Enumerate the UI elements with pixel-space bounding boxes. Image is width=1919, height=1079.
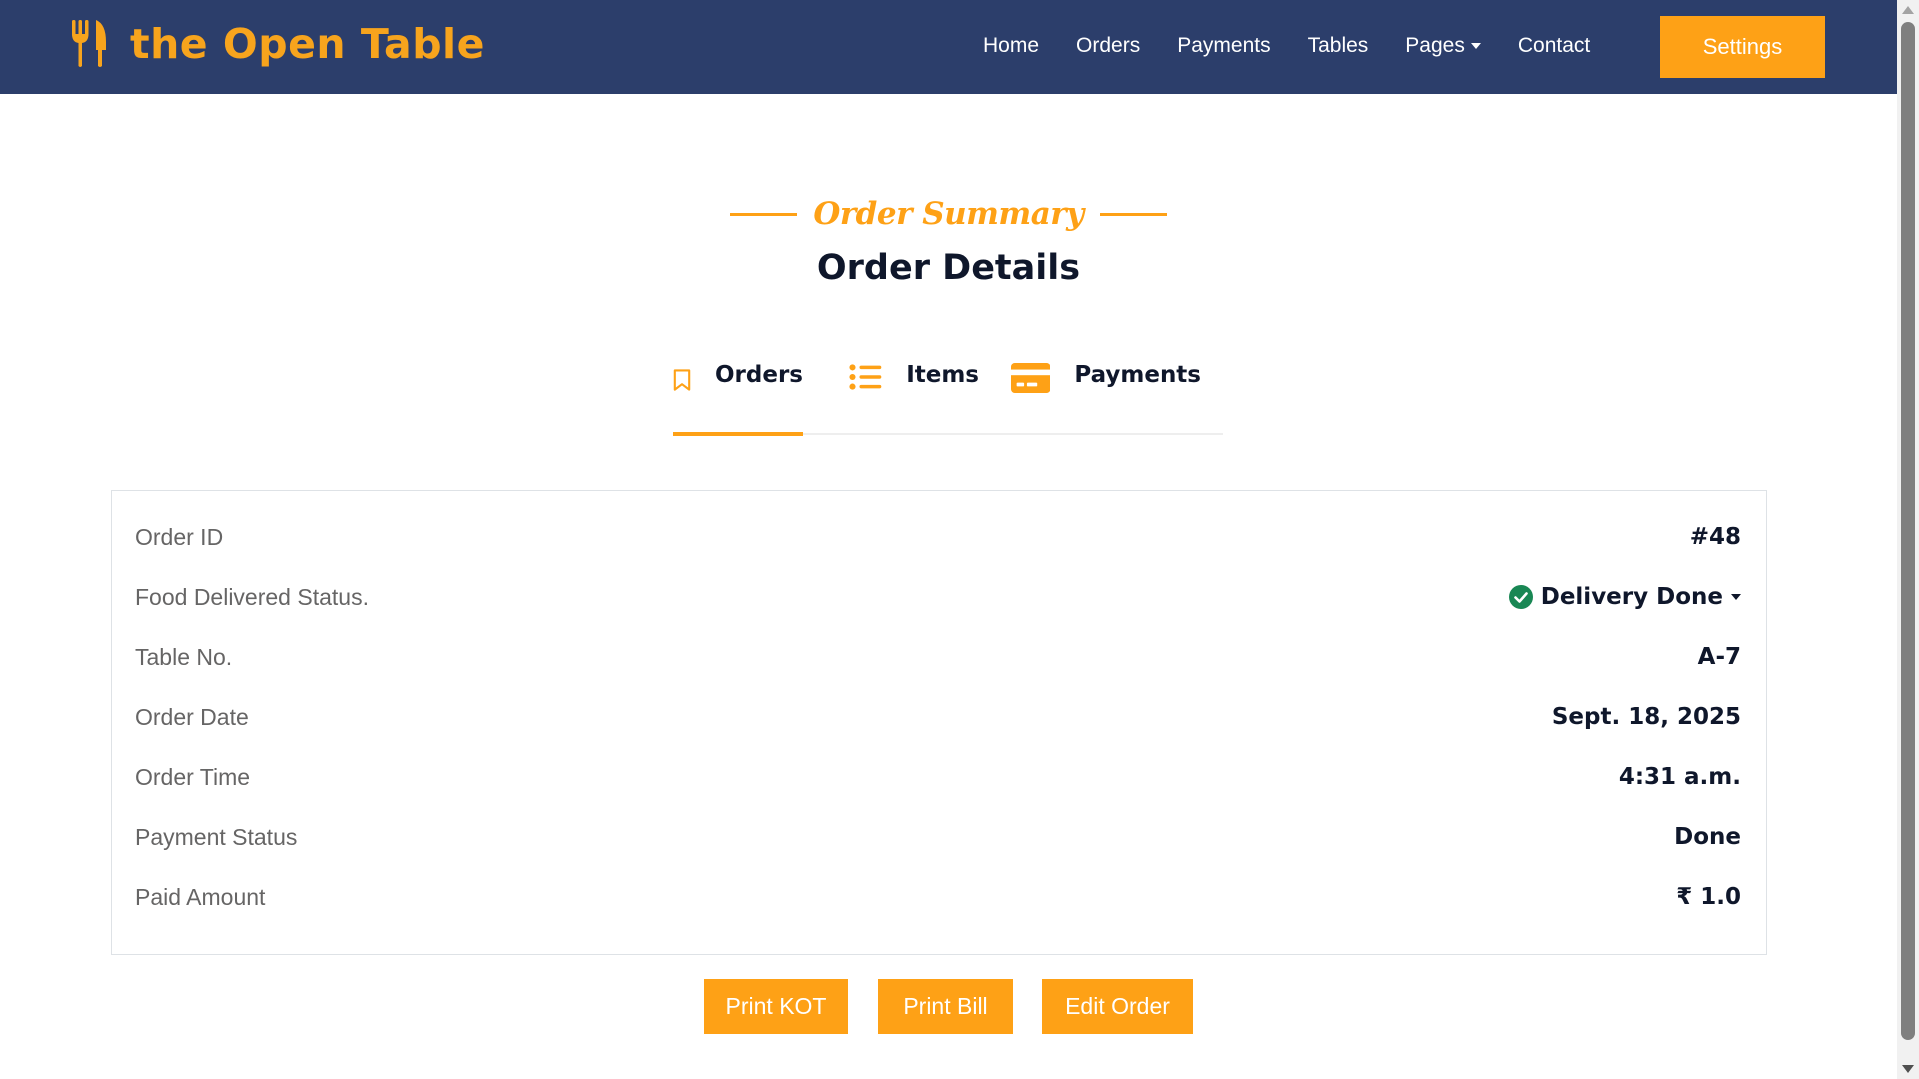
order-time-label: Order Time — [135, 763, 251, 790]
order-date-label: Order Date — [135, 703, 249, 730]
scroll-thumb[interactable] — [1901, 22, 1915, 1040]
delivery-status-value: Delivery Done — [1540, 584, 1723, 610]
delivery-status-label: Food Delivered Status. — [135, 583, 369, 610]
nav-orders-label: Orders — [1076, 34, 1141, 57]
row-order-date: Order Date Sept. 18, 2025 — [135, 697, 1741, 737]
order-time-value: 4:31 a.m. — [1618, 764, 1741, 790]
row-order-id: Order ID #48 — [135, 517, 1741, 557]
nav-home-label: Home — [983, 34, 1040, 57]
nav-payments-label: Payments — [1177, 34, 1271, 57]
nav-contact[interactable]: Contact — [1518, 30, 1590, 62]
page-title: Order Details — [816, 248, 1081, 288]
bookmark-icon — [673, 369, 691, 391]
payment-status-value: Done — [1674, 824, 1741, 850]
section-subtitle: Order Summary — [0, 196, 1897, 232]
nav-tables-label: Tables — [1307, 34, 1369, 57]
top-navbar: the Open Table Home Orders Payments Tabl… — [0, 0, 1897, 94]
table-no-value: A-7 — [1697, 644, 1741, 670]
paid-amount-label: Paid Amount — [135, 883, 266, 910]
tab-bar: Orders Items Payments — [673, 352, 1223, 436]
scroll-down-arrow-icon[interactable] — [1902, 1065, 1914, 1073]
order-details-card: Order ID #48 Food Delivered Status. Deli… — [111, 490, 1767, 955]
subtitle-line-left — [730, 212, 798, 216]
settings-button[interactable]: Settings — [1660, 16, 1825, 78]
subtitle-line-right — [1099, 212, 1167, 216]
page: the Open Table Home Orders Payments Tabl… — [0, 0, 1897, 1079]
row-order-time: Order Time 4:31 a.m. — [135, 757, 1741, 797]
utensils-icon — [72, 20, 106, 67]
nav-tables[interactable]: Tables — [1308, 30, 1369, 62]
nav-pages-dropdown[interactable]: Pages — [1405, 30, 1481, 62]
nav-menu: Home Orders Payments Tables Pages Contac… — [983, 30, 1627, 62]
brand-name: the Open Table — [130, 20, 485, 68]
table-no-label: Table No. — [135, 643, 233, 670]
vertical-scrollbar[interactable] — [1897, 0, 1919, 1079]
order-id-value: #48 — [1689, 524, 1741, 550]
tab-items-label: Items — [906, 362, 979, 388]
nav-home[interactable]: Home — [983, 30, 1039, 62]
paid-amount-value: ₹ 1.0 — [1676, 884, 1741, 910]
subtitle-text: Order Summary — [813, 196, 1084, 232]
check-circle-icon — [1508, 585, 1533, 609]
order-id-label: Order ID — [135, 523, 224, 550]
nav-contact-label: Contact — [1517, 34, 1591, 57]
payment-status-label: Payment Status — [135, 823, 298, 850]
print-kot-button[interactable]: Print KOT — [704, 979, 848, 1034]
list-icon — [849, 364, 882, 390]
tab-orders-label: Orders — [715, 362, 803, 388]
print-bill-button[interactable]: Print Bill — [878, 979, 1013, 1034]
order-date-value: Sept. 18, 2025 — [1551, 704, 1741, 730]
nav-pages-label: Pages — [1405, 34, 1465, 57]
tab-orders[interactable]: Orders — [673, 352, 803, 436]
scroll-up-arrow-icon[interactable] — [1902, 6, 1914, 14]
tab-items[interactable]: Items — [849, 352, 979, 435]
edit-order-button[interactable]: Edit Order — [1042, 979, 1193, 1034]
credit-card-icon — [1011, 363, 1051, 393]
row-payment-status: Payment Status Done — [135, 817, 1741, 857]
caret-down-icon — [1470, 43, 1481, 49]
tab-payments-label: Payments — [1074, 362, 1201, 388]
brand[interactable]: the Open Table — [70, 20, 485, 68]
caret-down-icon — [1731, 594, 1741, 600]
row-table-no: Table No. A-7 — [135, 637, 1741, 677]
nav-payments[interactable]: Payments — [1177, 30, 1270, 62]
tab-payments[interactable]: Payments — [1011, 352, 1201, 435]
row-delivery-status: Food Delivered Status. Delivery Done — [135, 577, 1741, 617]
row-paid-amount: Paid Amount ₹ 1.0 — [135, 877, 1741, 917]
delivery-status-dropdown[interactable]: Delivery Done — [1508, 584, 1741, 610]
nav-orders[interactable]: Orders — [1076, 30, 1140, 62]
